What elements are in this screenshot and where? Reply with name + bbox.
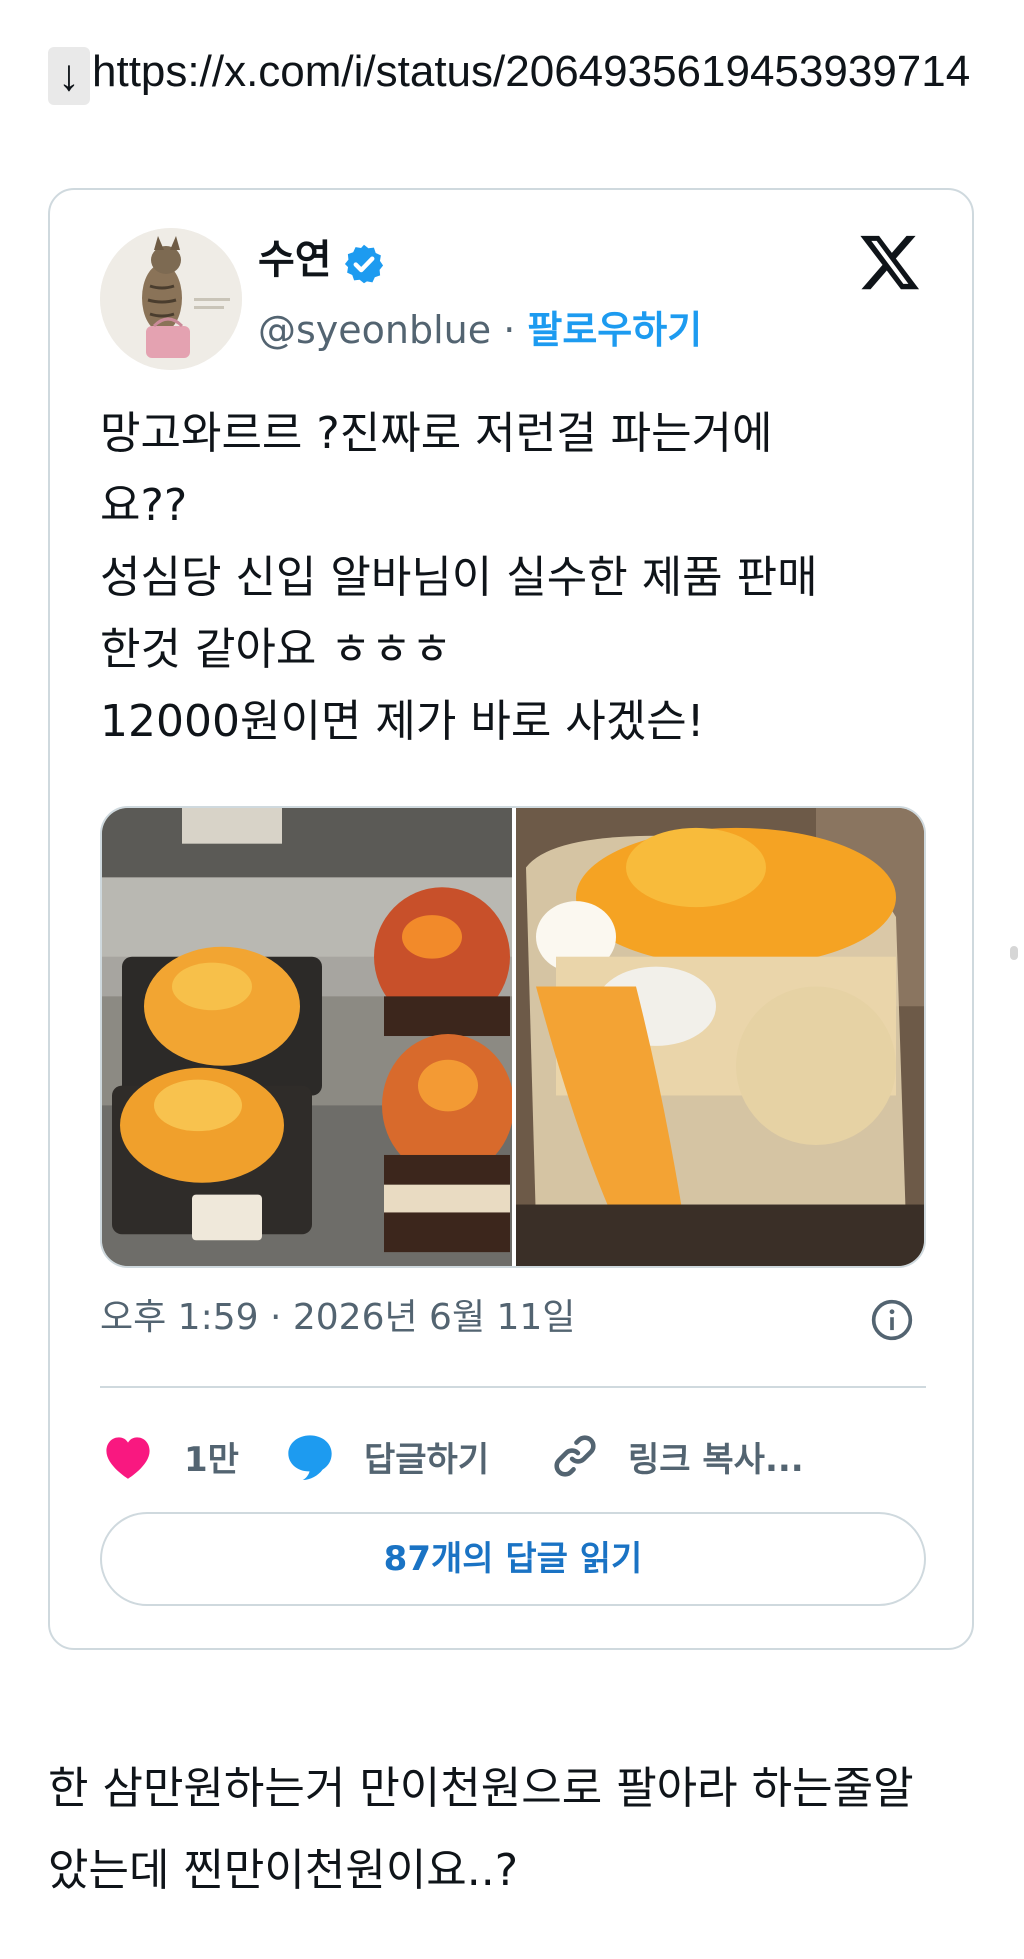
info-icon[interactable] — [870, 1298, 914, 1342]
link-icon — [554, 1435, 596, 1477]
author-name[interactable]: 수연 — [258, 230, 332, 290]
tweet-actions: 1만 답글하기 링크 복사... — [100, 1416, 926, 1496]
tweet-text-line: 망고와르르 ?진짜로 저런걸 파는거에 — [100, 408, 773, 459]
copy-link-button[interactable]: 링크 복사... — [550, 1416, 804, 1496]
avatar[interactable] — [100, 228, 242, 370]
author-handle-line: @syeonblue · 팔로우하기 — [258, 300, 702, 360]
cake-display-photo[interactable] — [102, 808, 512, 1266]
tweet-link[interactable]: ↓ https://x.com/i/status/2064935619453939… — [48, 32, 978, 112]
tweet-url[interactable]: https://x.com/i/status/20649356194539397… — [92, 47, 970, 96]
tweet-text-line: 12000원이면 제가 바로 사겠슨! — [100, 696, 705, 747]
tweet-text-line: 성심당 신입 알바님이 실수한 제품 판매 — [100, 552, 818, 603]
comment-line: 았는데 찐만이천원이요..? — [48, 1845, 519, 1896]
scrollbar[interactable] — [1010, 946, 1018, 960]
reply-label: 답글하기 — [364, 1439, 490, 1480]
embedded-tweet-card[interactable]: 수연 @syeonblue · 팔로우하기 망고와르르 ?진짜로 저런걸 파는거… — [48, 188, 974, 1650]
tweet-media[interactable] — [100, 806, 926, 1268]
cat-avatar-image — [100, 228, 242, 370]
tweet-text: 망고와르르 ?진짜로 저런걸 파는거에 요?? 성심당 신입 알바님이 실수한 … — [100, 398, 930, 758]
down-arrow-icon: ↓ — [48, 47, 90, 105]
verified-badge-icon — [344, 244, 384, 284]
tweet-text-line: 요?? — [100, 480, 188, 531]
divider — [100, 1386, 926, 1388]
heart-icon — [106, 1437, 150, 1479]
like-count: 1만 — [184, 1439, 239, 1480]
reply-button[interactable]: 답글하기 — [284, 1416, 489, 1496]
x-logo-icon[interactable] — [858, 230, 922, 294]
post-comment-text: 한 삼만원하는거 만이천원으로 팔아라 하는줄알 았는데 찐만이천원이요..? — [48, 1748, 988, 1912]
like-button[interactable]: 1만 — [100, 1416, 239, 1496]
reply-bubble-icon — [288, 1435, 332, 1481]
follow-button[interactable]: 팔로우하기 — [527, 308, 702, 352]
author-handle[interactable]: @syeonblue — [258, 308, 491, 352]
copy-link-label: 링크 복사... — [628, 1439, 804, 1480]
read-replies-button[interactable]: 87개의 답글 읽기 — [100, 1512, 926, 1606]
comment-line: 한 삼만원하는거 만이천원으로 팔아라 하는줄알 — [48, 1763, 914, 1814]
cake-closeup-photo[interactable] — [516, 808, 926, 1266]
tweet-text-line: 한것 같아요 ㅎㅎㅎ — [100, 624, 452, 675]
tweet-timestamp[interactable]: 오후 1:59 · 2026년 6월 11일 — [100, 1288, 575, 1348]
separator: · — [491, 308, 528, 352]
